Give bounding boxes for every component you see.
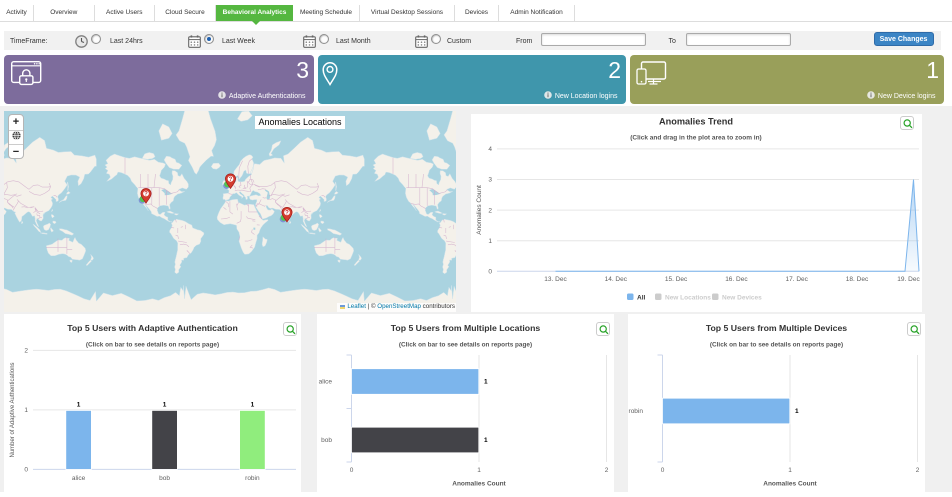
- svg-text:2: 2: [488, 207, 492, 214]
- svg-text:15. Dec: 15. Dec: [665, 276, 688, 283]
- svg-text:robin: robin: [629, 408, 644, 415]
- svg-text:(Click on bar to see details o: (Click on bar to see details on reports …: [399, 341, 532, 348]
- svg-text:New Devices: New Devices: [722, 295, 762, 302]
- svg-text:1: 1: [163, 402, 167, 409]
- svg-text:(Click on bar to see details o: (Click on bar to see details on reports …: [86, 341, 219, 348]
- svg-text:All: All: [637, 295, 646, 302]
- svg-text:?: ?: [285, 210, 289, 216]
- svg-text:alice: alice: [319, 379, 333, 386]
- svg-text:1: 1: [484, 379, 488, 386]
- svg-text:Anomalies Count: Anomalies Count: [476, 185, 483, 235]
- svg-text:0: 0: [24, 467, 28, 474]
- svg-text:?: ?: [229, 176, 233, 182]
- svg-text:Top 5 Users with Adaptive Auth: Top 5 Users with Adaptive Authentication: [67, 323, 238, 333]
- svg-text:bob: bob: [321, 437, 332, 444]
- svg-text:3: 3: [488, 177, 492, 184]
- svg-text:alice: alice: [72, 475, 86, 482]
- svg-text:1: 1: [488, 238, 492, 245]
- svg-text:(Click and drag in the plot ar: (Click and drag in the plot area to zoom…: [630, 135, 761, 142]
- svg-text:1: 1: [24, 407, 28, 414]
- svg-text:Anomalies Trend: Anomalies Trend: [659, 117, 733, 127]
- svg-text:13. Dec: 13. Dec: [544, 276, 567, 283]
- svg-text:18. Dec: 18. Dec: [846, 276, 869, 283]
- svg-text:1: 1: [251, 402, 255, 409]
- svg-text:14. Dec: 14. Dec: [605, 276, 628, 283]
- svg-text:16. Dec: 16. Dec: [725, 276, 748, 283]
- svg-text:2: 2: [605, 467, 609, 474]
- svg-text:Number of Adaptive Authenticat: Number of Adaptive Authentications: [10, 362, 16, 457]
- svg-text:?: ?: [144, 191, 148, 197]
- svg-text:bob: bob: [159, 475, 170, 482]
- svg-text:19. Dec: 19. Dec: [897, 276, 920, 283]
- svg-text:0: 0: [488, 269, 492, 276]
- svg-text:0: 0: [661, 467, 665, 474]
- svg-text:1: 1: [795, 408, 799, 415]
- svg-text:New Locations: New Locations: [665, 295, 711, 302]
- svg-text:2: 2: [916, 467, 920, 474]
- svg-text:Top 5 Users from Multiple Devi: Top 5 Users from Multiple Devices: [706, 323, 847, 333]
- svg-text:(Click on bar to see details o: (Click on bar to see details on reports …: [710, 341, 843, 348]
- svg-text:4: 4: [488, 146, 492, 153]
- svg-text:0: 0: [350, 467, 354, 474]
- svg-text:robin: robin: [245, 475, 260, 482]
- svg-text:1: 1: [477, 467, 481, 474]
- svg-text:Top 5 Users from Multiple Loca: Top 5 Users from Multiple Locations: [391, 323, 541, 333]
- svg-text:1: 1: [484, 437, 488, 444]
- svg-text:Anomalies Count: Anomalies Count: [452, 481, 506, 488]
- svg-text:1: 1: [77, 402, 81, 409]
- svg-text:2: 2: [24, 348, 28, 355]
- svg-text:1: 1: [788, 467, 792, 474]
- svg-text:17. Dec: 17. Dec: [785, 276, 808, 283]
- svg-text:Anomalies Count: Anomalies Count: [763, 481, 817, 488]
